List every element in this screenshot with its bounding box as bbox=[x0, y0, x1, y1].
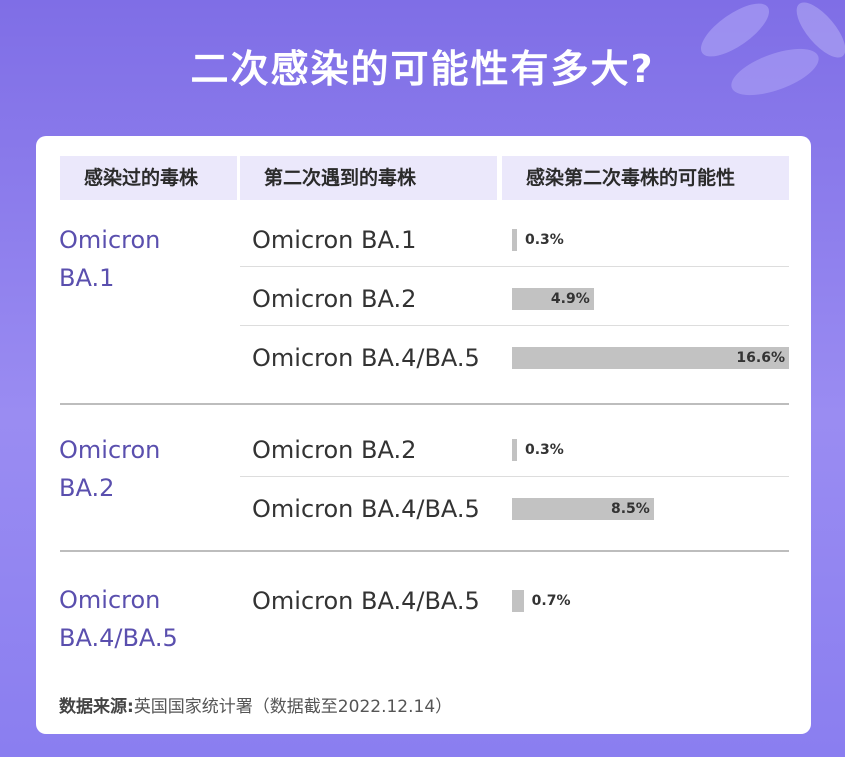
second-strain-cell: Omicron BA.4/BA.5 bbox=[252, 587, 480, 615]
group-divider bbox=[60, 403, 789, 405]
group-label: Omicron bbox=[59, 436, 161, 464]
row-divider bbox=[240, 266, 789, 267]
second-strain-cell: Omicron BA.2 bbox=[252, 285, 417, 313]
group-label: Omicron bbox=[59, 226, 161, 254]
probability-label: 8.5% bbox=[611, 501, 650, 517]
second-strain-cell: Omicron BA.4/BA.5 bbox=[252, 495, 480, 523]
group-divider bbox=[60, 550, 789, 552]
second-strain-cell: Omicron BA.4/BA.5 bbox=[252, 344, 480, 372]
header-probability: 感染第二次毒株的可能性 bbox=[502, 156, 789, 200]
group-label: Omicron bbox=[59, 586, 161, 614]
second-strain-cell: Omicron BA.1 bbox=[252, 226, 417, 254]
probability-bar bbox=[512, 229, 517, 251]
probability-label: 0.3% bbox=[525, 442, 564, 458]
data-table-card: 感染过的毒株 第二次遇到的毒株 感染第二次毒株的可能性 数据来源:英国国家统计署… bbox=[36, 136, 811, 734]
second-strain-cell: Omicron BA.2 bbox=[252, 436, 417, 464]
source-text: 英国国家统计署（数据截至2022.12.14） bbox=[133, 697, 453, 717]
row-divider bbox=[240, 325, 789, 326]
row-divider bbox=[240, 476, 789, 477]
probability-label: 4.9% bbox=[550, 291, 590, 307]
probability-label: 16.6% bbox=[736, 350, 785, 366]
probability-bar bbox=[512, 590, 524, 612]
group-label: BA.2 bbox=[59, 474, 115, 502]
group-label: BA.4/BA.5 bbox=[59, 624, 178, 652]
page-title: 二次感染的可能性有多大? bbox=[190, 47, 655, 91]
probability-label: 0.7% bbox=[531, 593, 571, 609]
probability-bar bbox=[512, 439, 517, 461]
source-label: 数据来源: bbox=[59, 697, 134, 717]
probability-label: 0.3% bbox=[525, 232, 564, 248]
header-infected-strain: 感染过的毒株 bbox=[60, 156, 237, 200]
header-second-strain: 第二次遇到的毒株 bbox=[240, 156, 497, 200]
group-label: BA.1 bbox=[59, 264, 115, 292]
source-note: 数据来源:英国国家统计署（数据截至2022.12.14） bbox=[59, 692, 452, 717]
